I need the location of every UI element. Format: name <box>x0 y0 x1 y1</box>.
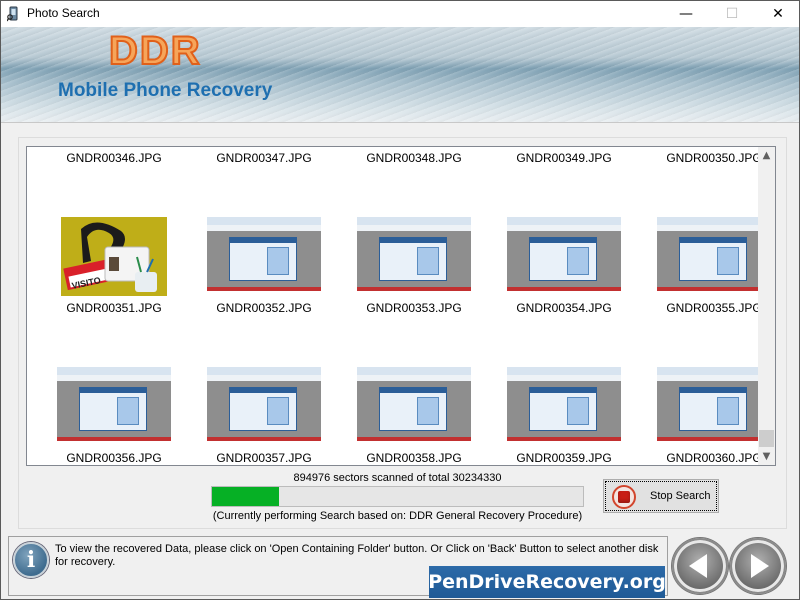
app-screenshot-thumbnail <box>357 367 471 445</box>
photo-filename: GNDR00355.JPG <box>666 301 762 315</box>
photo-item[interactable]: GNDR00359.JPG <box>489 147 639 465</box>
app-screenshot-thumbnail <box>57 367 171 445</box>
info-icon: i <box>13 542 49 578</box>
stop-search-button[interactable]: Stop Search <box>603 479 719 513</box>
close-button[interactable]: ✕ <box>755 1 800 27</box>
app-screenshot-thumbnail <box>507 367 621 445</box>
app-screenshot-thumbnail <box>657 367 771 445</box>
photo-filename: GNDR00358.JPG <box>366 451 462 465</box>
back-button[interactable] <box>672 538 728 594</box>
arrow-right-icon <box>751 554 769 578</box>
header-banner: DDR Mobile Phone Recovery <box>1 27 799 123</box>
photo-item[interactable]: GNDR00356.JPG <box>39 147 189 465</box>
photo-item[interactable]: GNDR00360.JPG <box>639 147 775 465</box>
product-subtitle: Mobile Phone Recovery <box>58 80 273 101</box>
photo-grid: GNDR00346.JPG GNDR00347.JPG GNDR00348.JPG G… <box>27 147 771 465</box>
photo-filename: GNDR00352.JPG <box>216 301 312 315</box>
photo-filename: GNDR00357.JPG <box>216 451 312 465</box>
scroll-down-icon[interactable]: ▼ <box>758 448 775 465</box>
ddr-logo: DDR <box>108 28 202 74</box>
mobile-phone-search-icon <box>7 6 18 22</box>
brand-badge: PenDriveRecovery.org <box>428 566 666 598</box>
stop-icon <box>612 485 636 509</box>
vertical-scrollbar[interactable]: ▲ ▼ <box>758 147 775 465</box>
scroll-up-icon[interactable]: ▲ <box>758 147 775 164</box>
photo-filename: GNDR00359.JPG <box>516 451 612 465</box>
photo-filename: GNDR00351.JPG <box>66 301 162 315</box>
stop-search-label: Stop Search <box>650 490 711 502</box>
photo-filename: GNDR00354.JPG <box>516 301 612 315</box>
photo-filename: GNDR00356.JPG <box>66 451 162 465</box>
progress-fill <box>212 487 279 506</box>
photo-item[interactable]: GNDR00357.JPG <box>189 147 339 465</box>
window-title: Photo Search <box>27 6 100 20</box>
arrow-left-icon <box>689 554 707 578</box>
next-button[interactable] <box>730 538 786 594</box>
sectors-scanned-status: 894976 sectors scanned of total 30234330 <box>293 472 502 484</box>
app-screenshot-thumbnail <box>207 367 321 445</box>
photo-filename: GNDR00353.JPG <box>366 301 462 315</box>
procedure-status: (Currently performing Search based on: D… <box>212 510 583 522</box>
maximize-button[interactable]: ☐ <box>709 1 755 27</box>
photo-results-list[interactable]: GNDR00346.JPG GNDR00347.JPG GNDR00348.JPG G… <box>26 146 776 466</box>
title-bar: Photo Search — ☐ ✕ <box>1 1 799 27</box>
scrollbar-thumb[interactable] <box>759 430 774 447</box>
scan-progress-bar <box>211 486 584 507</box>
photo-filename: GNDR00360.JPG <box>666 451 762 465</box>
photo-item[interactable]: GNDR00358.JPG <box>339 147 489 465</box>
photo-search-window: Photo Search — ☐ ✕ DDR Mobile Phone Reco… <box>0 0 800 600</box>
minimize-button[interactable]: — <box>663 1 709 27</box>
